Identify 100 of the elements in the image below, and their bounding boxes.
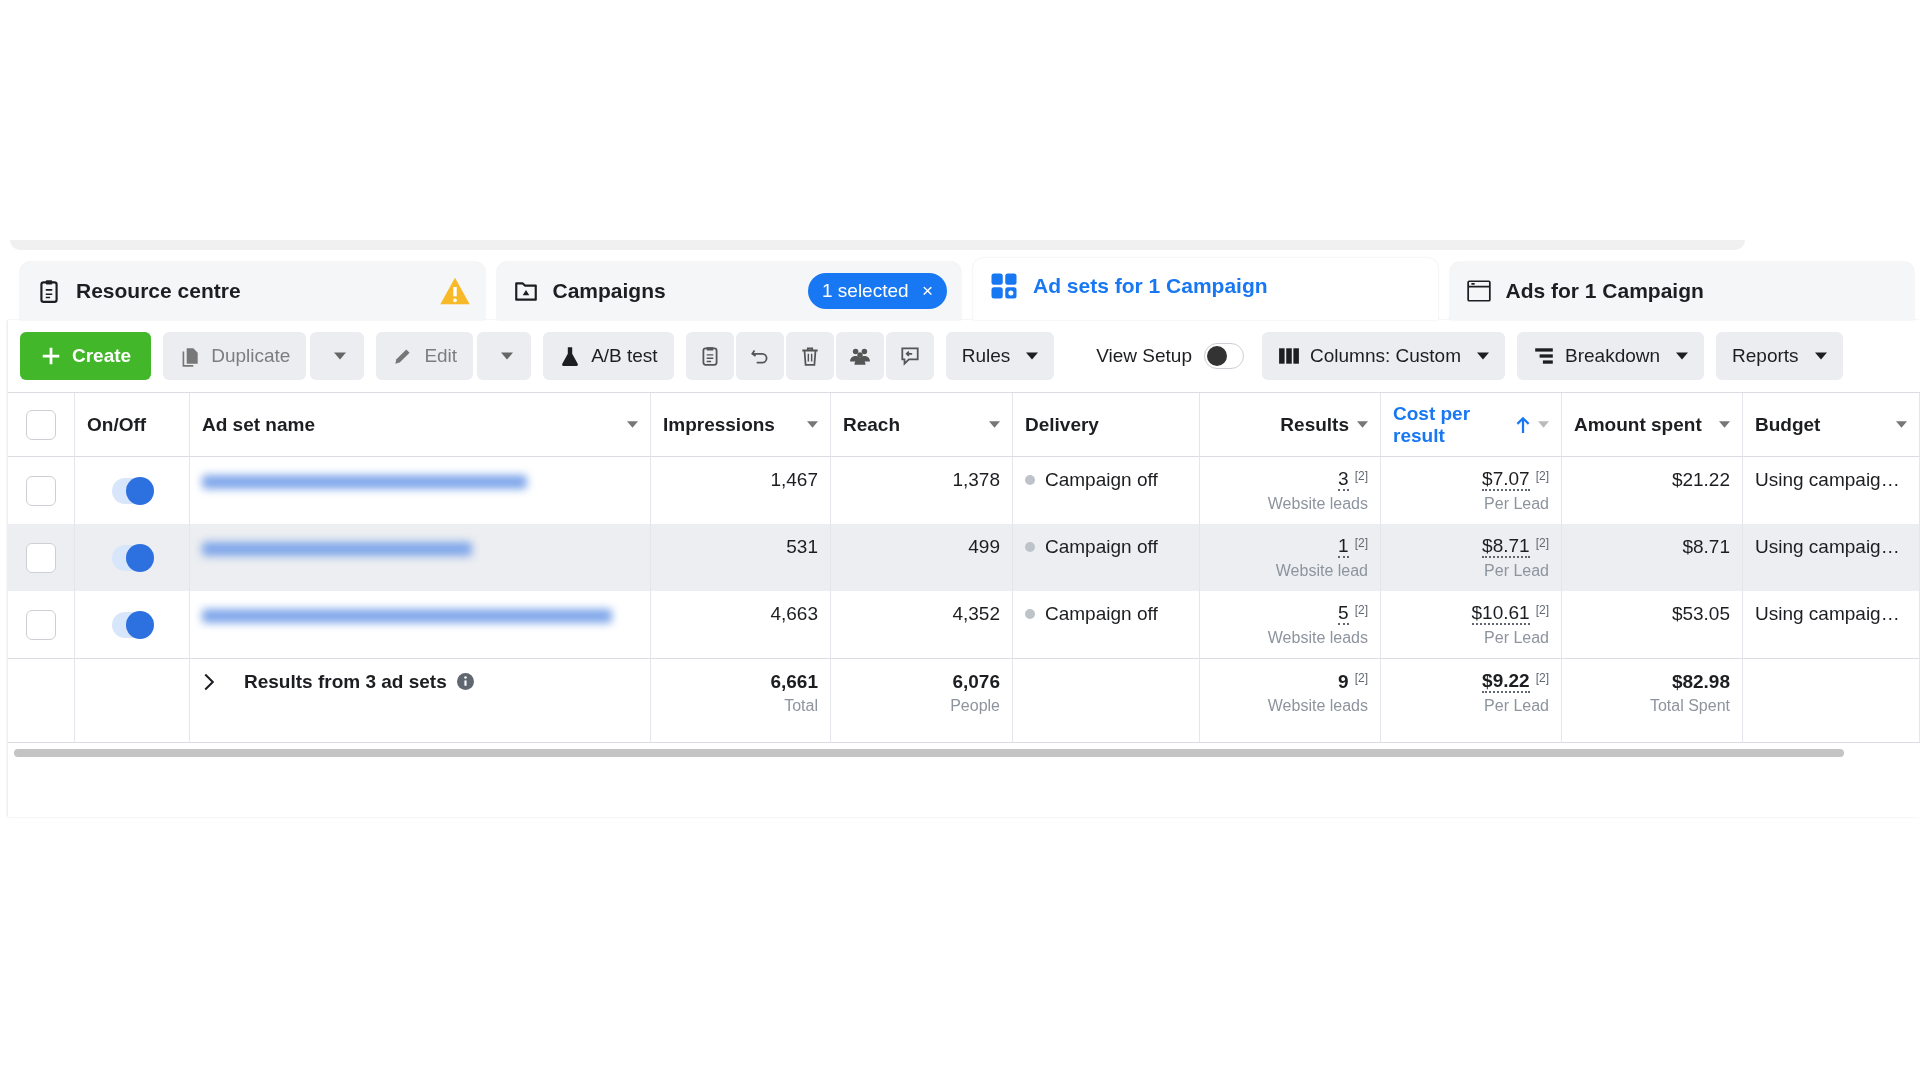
caret-icon [1814, 352, 1827, 360]
delivery-status: Campaign off [1045, 603, 1158, 625]
caret-icon[interactable] [1896, 421, 1907, 428]
footnote-mark: [2] [1354, 469, 1368, 483]
table-cell: $8.71 [1482, 536, 1530, 558]
footnote-mark: [2] [1354, 536, 1368, 550]
total-label: Website leads [1267, 697, 1368, 715]
result-type: Website lead [1275, 562, 1368, 580]
select-all-checkbox[interactable] [26, 409, 56, 440]
columns-icon [1278, 345, 1300, 367]
people-button[interactable] [835, 332, 884, 380]
caret-icon[interactable] [1719, 421, 1730, 428]
menu-button[interactable]: Rules [945, 332, 1055, 380]
caret-icon [501, 352, 514, 360]
delivery-status: Campaign off [1045, 469, 1158, 491]
horizontal-scrollbar[interactable] [14, 749, 1844, 757]
column-header[interactable]: Amount spent [1574, 413, 1711, 436]
undo-button[interactable] [735, 332, 784, 380]
menu-button[interactable]: Reports [1716, 332, 1843, 380]
total-value: 9 [1338, 671, 1349, 693]
table-cell: 5 [1338, 603, 1349, 625]
table-cell: $21.22 [1671, 469, 1730, 491]
result-type: Website leads [1267, 495, 1368, 513]
share-button[interactable] [885, 332, 934, 380]
status-dot [1025, 609, 1035, 619]
table-cell: Using campaig… [1755, 536, 1900, 558]
column-header[interactable]: Impressions [663, 413, 799, 436]
on-off-switch[interactable] [112, 544, 152, 571]
result-type: Per Lead [1484, 495, 1549, 513]
plus-icon [40, 345, 62, 367]
result-type: Per Lead [1484, 562, 1549, 580]
table-row[interactable]: 531 499 Campaign off 1 [2] Website lead $8.71 [2] Per Lead $8.71 Using campaig… [8, 524, 1920, 591]
total-label: Per Lead [1484, 697, 1549, 715]
table-cell: 4,663 [770, 603, 818, 625]
caret-icon[interactable] [989, 421, 1000, 428]
tab-label: Resource centre [76, 279, 242, 303]
column-header[interactable]: Budget [1755, 413, 1888, 436]
share-icon [898, 345, 921, 367]
column-header[interactable]: Delivery [1025, 413, 1187, 436]
tab[interactable]: Campaigns 1 selected × [496, 262, 961, 320]
summary-label: Results from 3 ad sets [244, 671, 447, 693]
table-cell: $10.61 [1471, 603, 1530, 625]
column-header[interactable]: On/Off [87, 413, 177, 436]
table-cell: 499 [968, 536, 1000, 558]
on-off-switch[interactable] [112, 611, 152, 638]
total-value: $9.22 [1482, 671, 1530, 693]
ab-test-button[interactable]: A/B test [543, 332, 674, 380]
total-value: $82.98 [1671, 671, 1730, 693]
on-off-switch[interactable] [112, 477, 152, 504]
delivery-status: Campaign off [1045, 536, 1158, 558]
grid-icon [989, 271, 1019, 301]
table-cell: 1,378 [952, 469, 1000, 491]
caret-icon[interactable] [1357, 421, 1368, 428]
selection-chip[interactable]: 1 selected × [808, 273, 947, 309]
caret-icon [1026, 352, 1039, 360]
table-cell: $7.07 [1482, 469, 1530, 491]
total-label: People [950, 697, 1000, 715]
table-cell: $53.05 [1671, 603, 1730, 625]
footnote-mark: [2] [1354, 671, 1368, 685]
expand-chevron-icon[interactable] [204, 673, 214, 691]
view-setup-switch[interactable] [1204, 343, 1244, 369]
breakdown-icon [1533, 345, 1555, 367]
row-checkbox[interactable] [26, 475, 56, 506]
table-cell: Using campaig… [1755, 469, 1900, 491]
column-header[interactable]: Ad set name [202, 413, 619, 436]
tab[interactable]: Ad sets for 1 Campaign [973, 258, 1438, 320]
caret-icon[interactable] [627, 421, 638, 428]
table-cell: 3 [1338, 469, 1349, 491]
table-cell: 1 [1338, 536, 1349, 558]
menu-button[interactable]: Breakdown [1517, 332, 1705, 380]
footnote-mark: [2] [1535, 603, 1549, 617]
view-setup-label: View Setup [1096, 345, 1192, 367]
table-cell: 531 [786, 536, 818, 558]
column-header[interactable]: Cost per result [1393, 402, 1508, 447]
table-row[interactable]: 4,663 4,352 Campaign off 5 [2] Website leads $10.61 [2] Per Lead $53.05 Using campaig… [8, 591, 1920, 658]
table-cell: Using campaig… [1755, 603, 1900, 625]
total-label: Total Spent [1649, 697, 1730, 715]
sort-ascending-icon [1516, 415, 1530, 434]
window-icon [1465, 278, 1492, 304]
caret-icon [334, 352, 347, 360]
menu-button[interactable]: Columns: Custom [1262, 332, 1505, 380]
footnote-mark: [2] [1535, 536, 1549, 550]
tab-label: Ad sets for 1 Campaign [1033, 274, 1269, 298]
clipboard-button[interactable] [685, 332, 734, 380]
footnote-mark: [2] [1535, 671, 1549, 685]
trash-button[interactable] [785, 332, 834, 380]
status-dot [1025, 475, 1035, 485]
table-cell: 4,352 [952, 603, 1000, 625]
footnote-mark: [2] [1535, 469, 1549, 483]
tab[interactable]: Resource centre [20, 262, 485, 320]
tab[interactable]: Ads for 1 Campaign [1449, 262, 1914, 320]
row-checkbox[interactable] [26, 542, 56, 573]
caret-icon[interactable] [807, 421, 818, 428]
table-cell: $8.71 [1682, 536, 1730, 558]
tab-label: Ads for 1 Campaign [1505, 279, 1705, 303]
table-cell: 1,467 [770, 469, 818, 491]
column-header[interactable]: Reach [843, 413, 981, 436]
caret-icon [1676, 352, 1689, 360]
column-header[interactable]: Results [1280, 413, 1349, 436]
row-checkbox[interactable] [26, 609, 56, 640]
